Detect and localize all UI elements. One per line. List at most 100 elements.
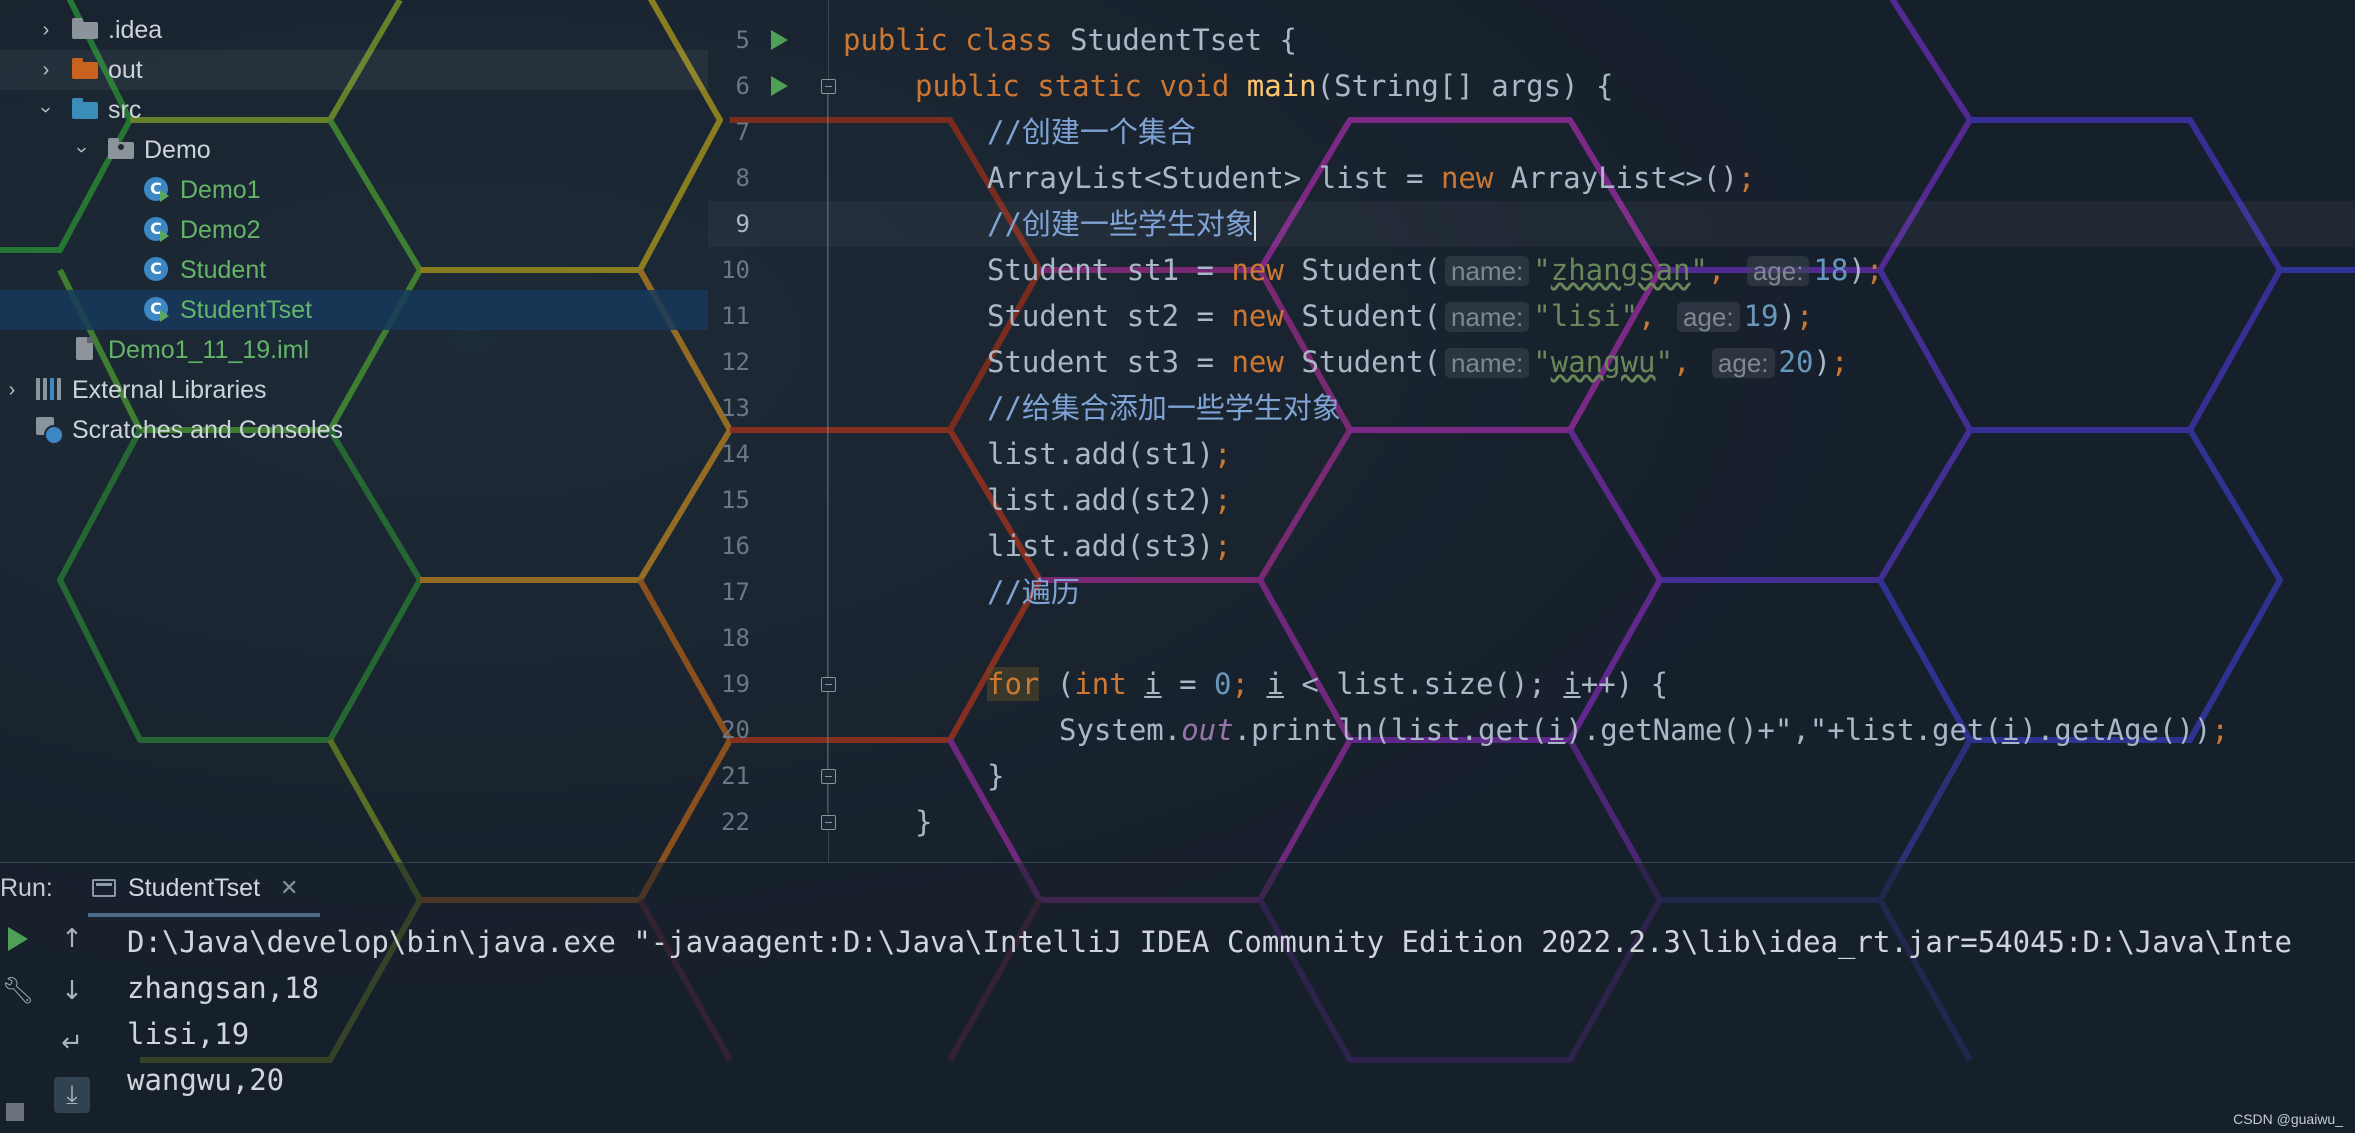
- tree-item-scratches[interactable]: Scratches and Consoles: [0, 410, 708, 450]
- package-icon: [106, 136, 136, 164]
- code-line: }: [915, 805, 933, 839]
- iml-file-icon: [70, 336, 100, 364]
- libraries-icon: [34, 376, 64, 404]
- console-line: zhangsan,18: [127, 971, 320, 1005]
- parameter-hint: name:: [1445, 302, 1530, 332]
- tree-item-label: Demo1: [180, 176, 261, 204]
- editor-gutter: 5 6 7 8 9 10 11 12 13 14 15 16 17 18 19 …: [708, 0, 836, 862]
- scroll-to-end-icon[interactable]: ⤓: [54, 1077, 90, 1113]
- arrow-down-icon[interactable]: ↓: [54, 973, 90, 1009]
- rerun-icon[interactable]: [8, 927, 28, 951]
- code-line: for (int i = 0; i < list.size(); i++) {: [987, 667, 1669, 701]
- java-class-icon: C: [142, 176, 172, 204]
- run-toolbar: ↑ 🔧︎ ↓ ↵ ⤓: [0, 915, 100, 1133]
- wrench-icon[interactable]: 🔧︎: [0, 973, 36, 1009]
- current-line-highlight: [708, 201, 2355, 247]
- tree-item-label: External Libraries: [72, 376, 267, 404]
- tree-item-label: out: [108, 56, 143, 84]
- tree-item-label: src: [108, 96, 142, 124]
- tree-item-student[interactable]: C Student: [0, 250, 708, 290]
- java-class-icon: C: [142, 216, 172, 244]
- fold-guide-line: [827, 93, 828, 813]
- code-editor[interactable]: 5 6 7 8 9 10 11 12 13 14 15 16 17 18 19 …: [708, 0, 2355, 862]
- code-line: System.out.println(list.get(i).getName()…: [1059, 713, 2229, 747]
- chevron-right-icon[interactable]: ›: [34, 50, 58, 90]
- run-tool-window: Run: StudentTset ✕ ↑ 🔧︎ ↓ ↵ ⤓ D:\Java\de…: [0, 862, 2355, 1133]
- tree-item-studenttset[interactable]: C StudentTset: [0, 290, 708, 330]
- run-class-gutter-icon[interactable]: [771, 30, 788, 50]
- line-number: 18: [721, 624, 750, 652]
- java-class-icon: C: [142, 256, 172, 284]
- tree-item-idea[interactable]: › .idea: [0, 10, 708, 50]
- tab-label: StudentTset: [128, 874, 261, 902]
- line-number: 21: [721, 762, 750, 790]
- tree-item-label: Student: [180, 256, 267, 284]
- tree-item-demo1[interactable]: C Demo1: [0, 170, 708, 210]
- code-line: list.add(st3);: [987, 529, 1232, 563]
- line-number: 13: [721, 394, 750, 422]
- project-tree-panel: › .idea › out › src › Demo C Demo1 C Dem…: [0, 0, 708, 862]
- parameter-hint: name:: [1445, 256, 1530, 286]
- line-number: 14: [721, 440, 750, 468]
- watermark-text: CSDN @guaiwu_: [2233, 1111, 2343, 1127]
- chevron-down-icon[interactable]: ›: [26, 98, 66, 122]
- run-header: Run: StudentTset ✕: [0, 863, 2355, 917]
- tree-item-external-libraries[interactable]: › External Libraries: [0, 370, 708, 410]
- chevron-right-icon[interactable]: ›: [34, 10, 58, 50]
- scratches-icon: [34, 416, 64, 445]
- run-label: Run:: [0, 874, 53, 902]
- console-line: wangwu,20: [127, 1063, 285, 1097]
- code-line: //创建一些学生对象: [987, 207, 1256, 241]
- soft-wrap-icon[interactable]: ↵: [54, 1025, 90, 1061]
- code-comment: //创建一个集合: [987, 115, 1196, 149]
- tree-item-label: Demo1_11_19.iml: [108, 336, 310, 364]
- tree-item-out[interactable]: › out: [0, 50, 708, 90]
- code-line: Student st3 = new Student(name: "wangwu",…: [987, 345, 1849, 379]
- line-number: 20: [721, 716, 750, 744]
- line-number: 19: [721, 670, 750, 698]
- line-number: 5: [735, 26, 750, 54]
- text-caret: [1253, 211, 1256, 241]
- close-icon[interactable]: ✕: [280, 863, 298, 913]
- fold-marker-icon[interactable]: [821, 769, 836, 784]
- line-number: 17: [721, 578, 750, 606]
- code-line: }: [987, 759, 1005, 793]
- code-line: public class StudentTset {: [843, 23, 1297, 57]
- chevron-down-icon[interactable]: ›: [62, 138, 102, 162]
- code-line: Student st1 = new Student(name: "zhangsan…: [987, 253, 1884, 287]
- fold-marker-icon[interactable]: [821, 815, 836, 830]
- code-comment: //遍历: [987, 575, 1080, 609]
- folder-icon: [70, 16, 100, 44]
- source-folder-icon: [70, 96, 100, 124]
- fold-marker-icon[interactable]: [821, 677, 836, 692]
- tree-item-src[interactable]: › src: [0, 90, 708, 130]
- folder-icon: [70, 56, 100, 84]
- tree-item-iml-file[interactable]: Demo1_11_19.iml: [0, 330, 708, 370]
- tree-item-label: .idea: [108, 16, 163, 44]
- tree-item-label: Demo2: [180, 216, 261, 244]
- line-number: 16: [721, 532, 750, 560]
- console-output[interactable]: D:\Java\develop\bin\java.exe "-javaagent…: [127, 915, 2355, 1133]
- tree-item-label: Scratches and Consoles: [72, 416, 343, 444]
- line-number: 8: [735, 164, 750, 192]
- console-icon: [92, 879, 116, 897]
- line-number: 11: [721, 302, 750, 330]
- tree-item-label: Demo: [144, 136, 211, 164]
- tree-item-demo-package[interactable]: › Demo: [0, 130, 708, 170]
- tree-item-label: StudentTset: [180, 296, 313, 324]
- java-class-icon: C: [142, 296, 172, 324]
- line-number: 22: [721, 808, 750, 836]
- arrow-up-icon[interactable]: ↑: [54, 921, 90, 957]
- tree-item-demo2[interactable]: C Demo2: [0, 210, 708, 250]
- run-main-gutter-icon[interactable]: [771, 76, 788, 96]
- fold-marker-icon[interactable]: [821, 79, 836, 94]
- parameter-hint: age:: [1711, 348, 1775, 378]
- console-line: D:\Java\develop\bin\java.exe "-javaagent…: [127, 925, 2292, 959]
- stop-icon[interactable]: [6, 1103, 24, 1121]
- code-line: list.add(st1);: [987, 437, 1232, 471]
- run-tab-studenttset[interactable]: StudentTset ✕: [88, 863, 320, 917]
- line-number: 7: [735, 118, 750, 146]
- chevron-right-icon[interactable]: ›: [0, 370, 24, 410]
- parameter-hint: name:: [1445, 348, 1530, 378]
- console-line: lisi,19: [127, 1017, 250, 1051]
